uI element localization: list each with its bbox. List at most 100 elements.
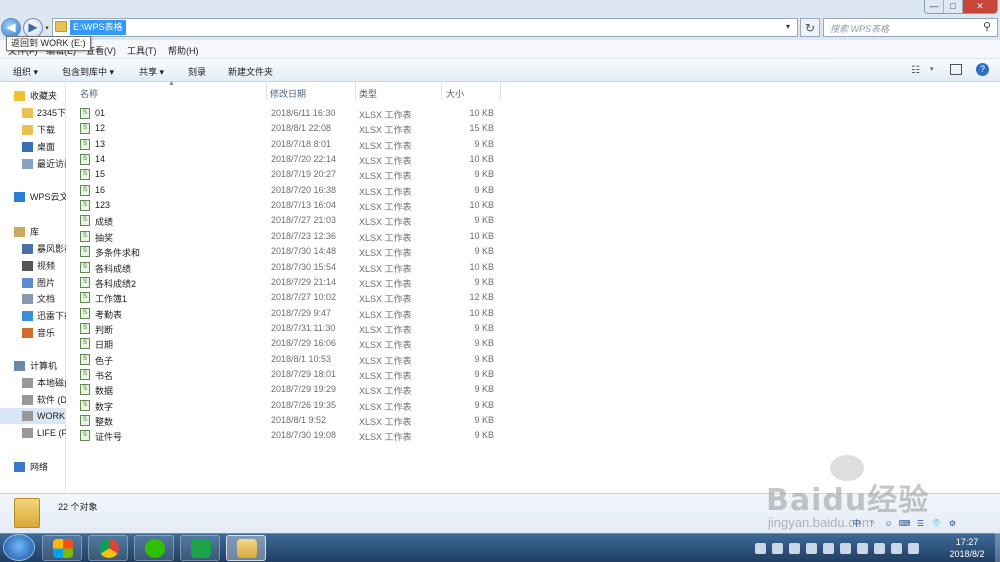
address-bar[interactable] bbox=[52, 18, 798, 37]
file-row[interactable]: S 15 2018/7/19 20:27 XLSX 工作表 9 KB bbox=[76, 167, 500, 182]
ime-button[interactable]: ☺ bbox=[882, 517, 895, 530]
menu-view[interactable]: 查看(V) bbox=[86, 44, 116, 57]
sidebar-item[interactable]: 下载 bbox=[0, 122, 66, 138]
tray-app-icon[interactable] bbox=[755, 542, 766, 554]
tray-help-icon[interactable] bbox=[772, 542, 783, 554]
close-button[interactable]: ✕ bbox=[962, 0, 997, 13]
sidebar-item[interactable]: 软件 (D:) bbox=[0, 392, 66, 408]
tray-volume-icon[interactable] bbox=[874, 542, 885, 554]
file-row[interactable]: S 各科成绩2 2018/7/29 21:14 XLSX 工作表 9 KB bbox=[76, 275, 500, 290]
taskbar-app-launcher[interactable] bbox=[42, 535, 82, 561]
tray-keyboard-icon[interactable] bbox=[908, 542, 919, 554]
start-button[interactable] bbox=[3, 534, 35, 561]
ime-button[interactable]: ⚙ bbox=[946, 517, 959, 530]
sidebar-item[interactable]: 图片 bbox=[0, 275, 66, 291]
column-divider[interactable] bbox=[500, 83, 501, 100]
tray-ime-icon[interactable] bbox=[891, 542, 902, 554]
column-type[interactable]: 类型 bbox=[359, 87, 377, 100]
file-row[interactable]: S 13 2018/7/18 8:01 XLSX 工作表 9 KB bbox=[76, 137, 500, 152]
preview-pane-icon[interactable] bbox=[950, 64, 962, 75]
tray-network-icon[interactable] bbox=[857, 542, 868, 554]
file-row[interactable]: S 日期 2018/7/29 16:06 XLSX 工作表 9 KB bbox=[76, 336, 500, 351]
sidebar-item[interactable]: 音乐 bbox=[0, 325, 66, 341]
tray-flag-icon[interactable] bbox=[840, 542, 851, 554]
tray-update-icon[interactable] bbox=[823, 542, 834, 554]
column-divider[interactable] bbox=[355, 83, 356, 100]
column-size[interactable]: 大小 bbox=[446, 87, 464, 100]
clock[interactable]: 17:27 2018/8/2 bbox=[938, 536, 996, 560]
taskbar-chrome[interactable] bbox=[88, 535, 128, 561]
back-button[interactable]: ◀ bbox=[1, 18, 21, 38]
column-divider[interactable] bbox=[266, 83, 267, 100]
help-icon[interactable]: ? bbox=[976, 63, 989, 76]
sidebar-item[interactable]: 2345下载 bbox=[0, 105, 66, 121]
address-dropdown-icon[interactable]: ▾ bbox=[786, 22, 790, 31]
share-button[interactable]: 共享 ▾ bbox=[139, 65, 164, 78]
tray-security-icon[interactable] bbox=[806, 542, 817, 554]
taskbar-wps[interactable] bbox=[180, 535, 220, 561]
ime-button[interactable]: ⁰ bbox=[866, 517, 879, 530]
file-row[interactable]: S 数据 2018/7/29 19:29 XLSX 工作表 9 KB bbox=[76, 382, 500, 397]
file-row[interactable]: S 数字 2018/7/26 19:35 XLSX 工作表 9 KB bbox=[76, 398, 500, 413]
view-options-icon[interactable]: ☷ bbox=[911, 65, 920, 76]
search-icon[interactable]: ⚲ bbox=[983, 20, 991, 33]
taskbar-explorer[interactable] bbox=[226, 535, 266, 561]
file-row[interactable]: S 色子 2018/8/1 10:53 XLSX 工作表 9 KB bbox=[76, 352, 500, 367]
file-row[interactable]: S 书名 2018/7/29 18:01 XLSX 工作表 9 KB bbox=[76, 367, 500, 382]
file-row[interactable]: S 整数 2018/8/1 9:52 XLSX 工作表 9 KB bbox=[76, 413, 500, 428]
recent-pages-dropdown-icon[interactable]: ▾ bbox=[43, 24, 51, 32]
organize-button[interactable]: 组织 ▾ bbox=[13, 65, 38, 78]
column-modified[interactable]: 修改日期 bbox=[270, 87, 306, 100]
sidebar-item[interactable]: 本地磁盘 (C:) bbox=[0, 375, 66, 391]
maximize-button[interactable]: □ bbox=[943, 0, 963, 13]
file-row[interactable]: S 各科成绩 2018/7/30 15:54 XLSX 工作表 10 KB bbox=[76, 260, 500, 275]
sidebar-item[interactable]: 视频 bbox=[0, 258, 66, 274]
file-row[interactable]: S 工作簿1 2018/7/27 10:02 XLSX 工作表 12 KB bbox=[76, 290, 500, 305]
file-row[interactable]: S 多条件求和 2018/7/30 14:48 XLSX 工作表 9 KB bbox=[76, 244, 500, 259]
show-desktop-button[interactable] bbox=[995, 533, 1000, 562]
tray-expand-icon[interactable] bbox=[789, 542, 800, 554]
sidebar-item[interactable]: WORK (E:) bbox=[0, 408, 66, 424]
forward-button[interactable]: ▶ bbox=[23, 18, 43, 38]
address-path[interactable]: E:\WPS表格 bbox=[70, 20, 126, 35]
file-row[interactable]: S 14 2018/7/20 22:14 XLSX 工作表 10 KB bbox=[76, 152, 500, 167]
ime-button[interactable]: ☰ bbox=[914, 517, 927, 530]
ime-button[interactable]: 中 bbox=[850, 517, 863, 530]
menu-tools[interactable]: 工具(T) bbox=[127, 44, 157, 57]
sidebar-item[interactable]: 桌面 bbox=[0, 139, 66, 155]
file-modified: 2018/7/30 15:54 bbox=[271, 261, 337, 272]
file-row[interactable]: S 抽奖 2018/7/23 12:36 XLSX 工作表 10 KB bbox=[76, 229, 500, 244]
file-row[interactable]: S 判断 2018/7/31 11:30 XLSX 工作表 9 KB bbox=[76, 321, 500, 336]
file-row[interactable]: S 01 2018/6/11 16:30 XLSX 工作表 10 KB bbox=[76, 106, 500, 121]
include-in-library-button[interactable]: 包含到库中 ▾ bbox=[62, 65, 114, 78]
file-row[interactable]: S 证件号 2018/7/30 19:08 XLSX 工作表 9 KB bbox=[76, 428, 500, 443]
menu-help[interactable]: 帮助(H) bbox=[168, 44, 199, 57]
sidebar-item[interactable]: 计算机 bbox=[0, 358, 66, 374]
view-dropdown-icon[interactable]: ▾ bbox=[930, 65, 934, 73]
refresh-button[interactable]: ↻ bbox=[800, 18, 820, 37]
file-row[interactable]: S 成绩 2018/7/27 21:03 XLSX 工作表 9 KB bbox=[76, 213, 500, 228]
ime-button[interactable]: 👕 bbox=[930, 517, 943, 530]
file-row[interactable]: S 16 2018/7/20 16:38 XLSX 工作表 9 KB bbox=[76, 183, 500, 198]
sidebar-item[interactable]: 网络 bbox=[0, 459, 66, 475]
new-folder-button[interactable]: 新建文件夹 bbox=[228, 65, 273, 78]
burn-button[interactable]: 刻录 bbox=[188, 65, 206, 78]
column-divider[interactable] bbox=[441, 83, 442, 100]
taskbar-wechat[interactable] bbox=[134, 535, 174, 561]
minimize-button[interactable]: — bbox=[925, 0, 944, 13]
ime-button[interactable]: ⌨ bbox=[898, 517, 911, 530]
file-name: 证件号 bbox=[95, 432, 123, 443]
sidebar-item[interactable]: 文档 bbox=[0, 291, 66, 307]
sidebar-item[interactable]: WPS云文档 bbox=[0, 189, 66, 205]
sidebar-item[interactable]: LIFE (F:) bbox=[0, 425, 66, 441]
file-row[interactable]: S 123 2018/7/13 16:04 XLSX 工作表 10 KB bbox=[76, 198, 500, 213]
sidebar-item[interactable]: 暴风影视库 bbox=[0, 241, 66, 257]
sidebar-item[interactable]: 库 bbox=[0, 224, 66, 240]
video-library-icon bbox=[22, 244, 33, 254]
sidebar-item[interactable]: 迅雷下载 bbox=[0, 308, 66, 324]
column-name[interactable]: 名称 bbox=[80, 87, 98, 100]
sidebar-item[interactable]: 最近访问的位置 bbox=[0, 156, 66, 172]
file-row[interactable]: S 12 2018/8/1 22:08 XLSX 工作表 15 KB bbox=[76, 121, 500, 136]
file-row[interactable]: S 考勤表 2018/7/29 9:47 XLSX 工作表 10 KB bbox=[76, 306, 500, 321]
sidebar-item[interactable]: 收藏夹 bbox=[0, 88, 66, 104]
